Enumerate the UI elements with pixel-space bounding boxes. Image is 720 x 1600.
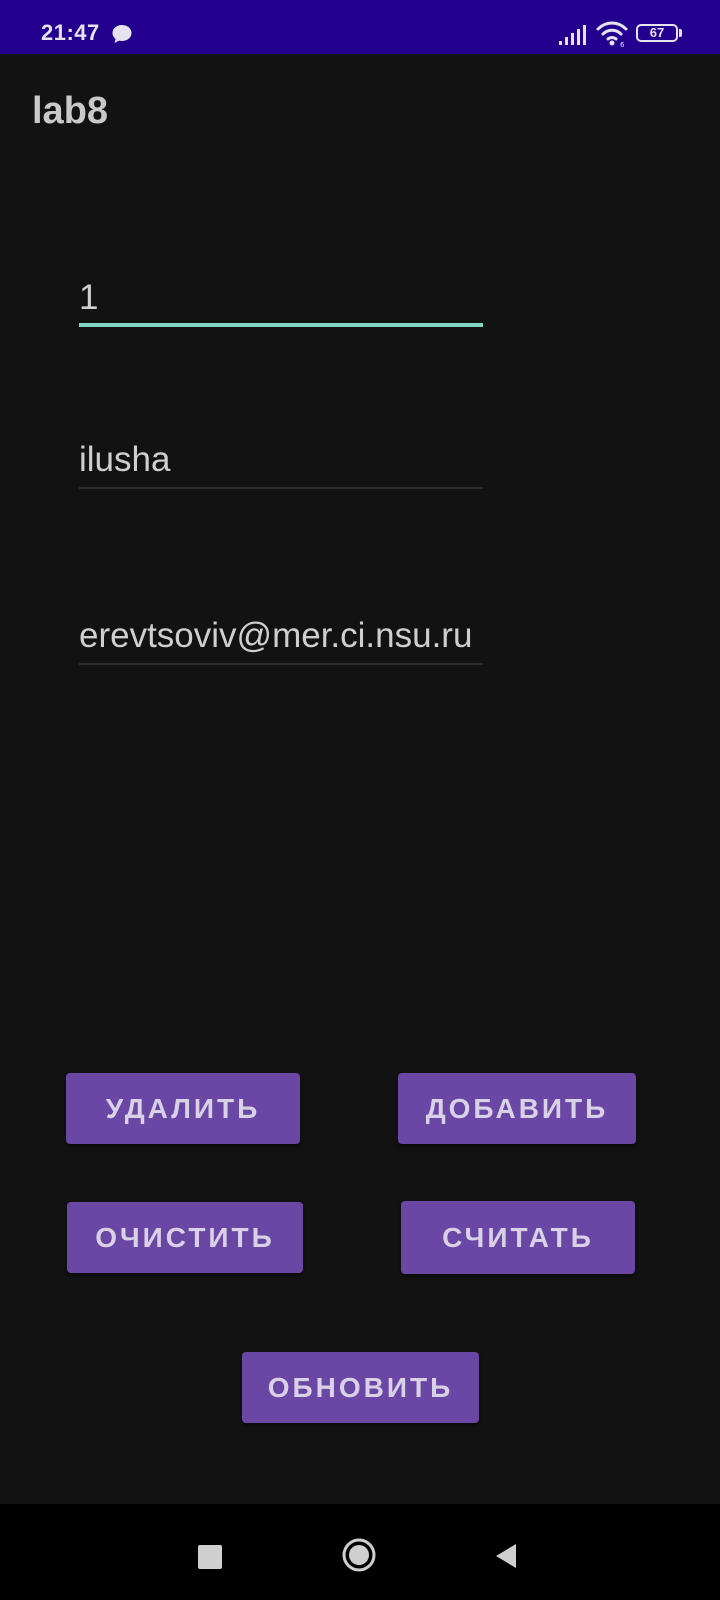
id-field-underline — [79, 323, 483, 327]
app-screen: 21:47 6 67 lab8 1 ilusha erevtsoviv@mer.… — [0, 0, 720, 1600]
battery-tip — [679, 29, 682, 37]
app-title: lab8 — [32, 90, 109, 132]
home-icon[interactable] — [341, 1537, 377, 1573]
email-field-underline — [79, 663, 483, 665]
id-input[interactable] — [79, 269, 483, 327]
add-button[interactable]: ДОБАВИТЬ — [398, 1073, 636, 1144]
read-button[interactable]: СЧИТАТЬ — [401, 1201, 635, 1274]
wifi-icon: 6 — [596, 21, 628, 48]
id-field[interactable] — [79, 269, 483, 327]
svg-text:6: 6 — [620, 41, 625, 48]
battery-icon: 67 — [636, 24, 684, 46]
status-bar: 21:47 6 67 — [0, 0, 720, 54]
refresh-button[interactable]: ОБНОВИТЬ — [242, 1352, 479, 1423]
name-input[interactable] — [79, 431, 483, 489]
navigation-bar — [0, 1504, 720, 1600]
signal-icon — [559, 25, 586, 45]
status-time: 21:47 — [41, 20, 100, 45]
battery-level: 67 — [636, 24, 678, 42]
name-field-underline — [79, 487, 483, 489]
message-icon — [112, 25, 132, 43]
recents-icon[interactable] — [198, 1545, 222, 1569]
name-field[interactable] — [79, 431, 483, 489]
email-field[interactable] — [79, 607, 483, 665]
email-input[interactable] — [79, 607, 483, 665]
back-icon[interactable] — [494, 1542, 518, 1570]
delete-button[interactable]: УДАЛИТЬ — [66, 1073, 300, 1144]
clear-button[interactable]: ОЧИСТИТЬ — [67, 1202, 303, 1273]
